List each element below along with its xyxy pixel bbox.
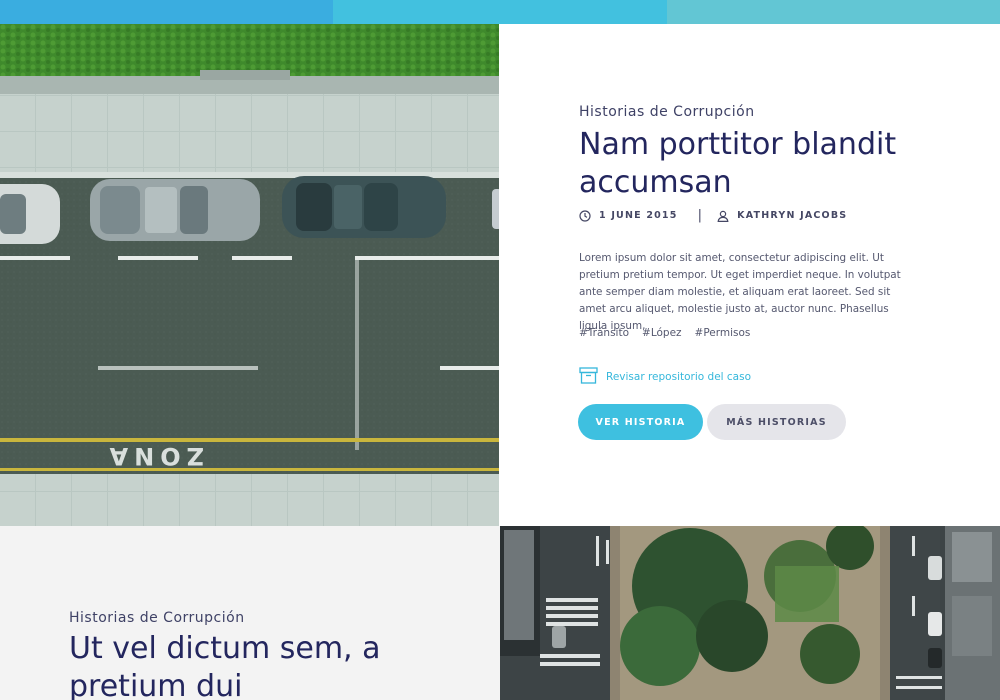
read-story-button[interactable]: VER HISTORIA (578, 404, 703, 440)
top-strip-segment-1 (0, 0, 334, 24)
tag-link[interactable]: #Permisos (695, 327, 751, 339)
article-card: Historias de Corrupción Nam porttitor bl… (499, 24, 1000, 526)
meta-separator: | (697, 208, 704, 223)
case-repository-label[interactable]: Revisar repositorio del caso (606, 371, 751, 383)
archive-box-icon (579, 367, 598, 387)
article-category[interactable]: Historias de Corrupción (579, 104, 755, 120)
article-tags: #Tránsito #López #Permisos (579, 327, 750, 339)
article-2-category[interactable]: Historias de Corrupción (69, 610, 245, 626)
article-2-image-city[interactable] (500, 526, 1000, 700)
article-2-title[interactable]: Ut vel dictum sem, a pretium dui (69, 630, 449, 700)
article-card-2: Historias de Corrupción Ut vel dictum se… (0, 526, 500, 700)
road-painted-text-zona: ZONA (104, 442, 204, 470)
article-date: 1 JUNE 2015 (599, 210, 678, 221)
top-color-strip (0, 0, 1000, 24)
clock-icon (579, 209, 591, 222)
tag-link[interactable]: #López (642, 327, 682, 339)
article-author[interactable]: KATHRYN JACOBS (737, 210, 847, 221)
article-excerpt: Lorem ipsum dolor sit amet, consectetur … (579, 252, 901, 332)
article-title[interactable]: Nam porttitor blandit accumsan (579, 126, 939, 202)
more-stories-button[interactable]: MÁS HISTORIAS (707, 404, 846, 440)
top-strip-segment-3 (666, 0, 1000, 24)
tag-link[interactable]: #Tránsito (579, 327, 629, 339)
case-repository-link[interactable]: Revisar repositorio del caso (579, 367, 751, 387)
article-image-street[interactable]: ZONA DE (0, 24, 499, 526)
article-meta: 1 JUNE 2015 | KATHRYN JACOBS (579, 208, 847, 223)
user-icon (717, 210, 729, 222)
top-strip-segment-2 (333, 0, 667, 24)
